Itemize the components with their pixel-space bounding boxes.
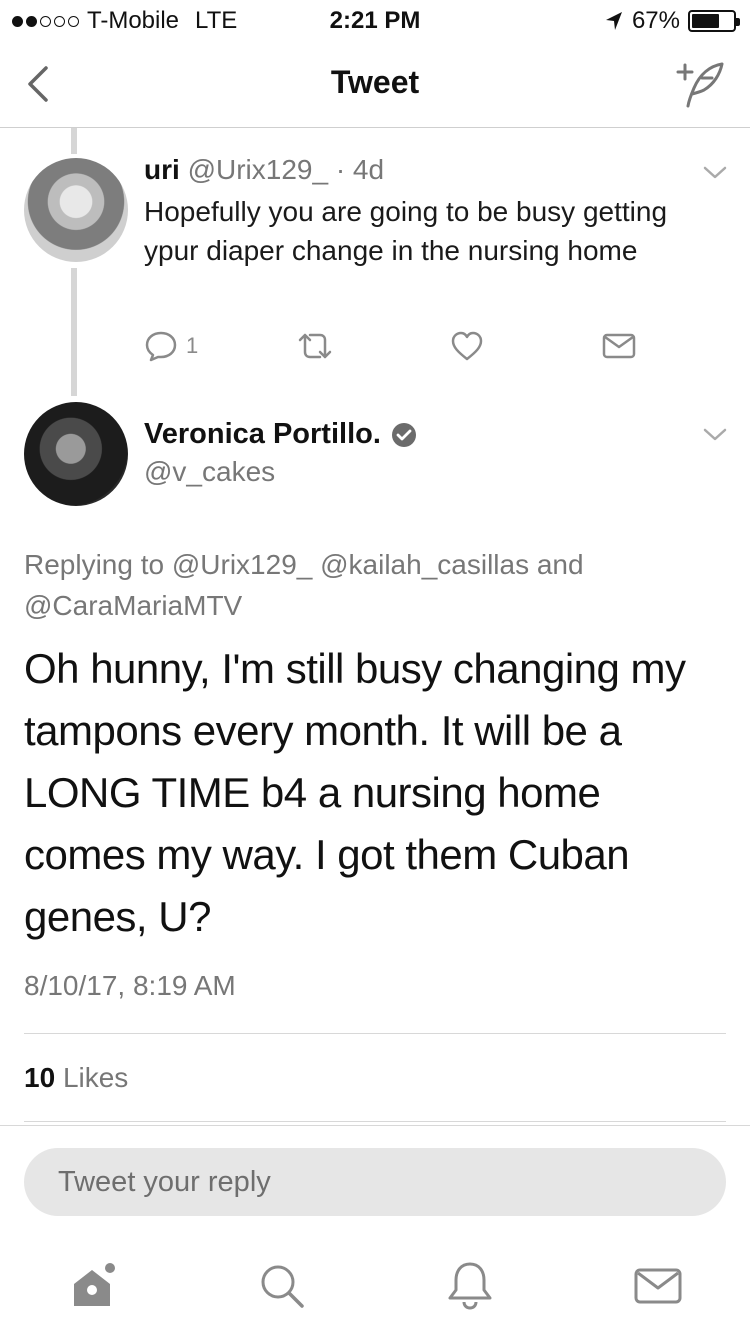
likes-label: Likes — [62, 1062, 129, 1093]
notifications-icon[interactable] — [442, 1258, 498, 1314]
main-tweet-author[interactable]: Veronica Portillo. — [144, 418, 417, 451]
chevron-down-icon[interactable] — [702, 426, 728, 444]
avatar-veronica[interactable] — [24, 402, 128, 506]
thread-line — [71, 128, 77, 154]
search-icon[interactable] — [254, 1258, 310, 1314]
like-button[interactable] — [450, 326, 484, 366]
parent-tweet-actions: 1 — [144, 326, 664, 366]
battery-tip — [736, 18, 740, 26]
reply-count: 1 — [186, 333, 199, 358]
verified-badge-icon — [391, 422, 416, 447]
direct-message-icon — [602, 333, 636, 359]
status-right: 67% — [604, 7, 740, 35]
likes-summary[interactable]: 10 Likes — [24, 1062, 128, 1094]
avatar-uri[interactable] — [24, 158, 128, 262]
battery-fill — [692, 14, 719, 28]
reply-input[interactable] — [24, 1148, 726, 1216]
like-icon — [451, 331, 483, 361]
page-title: Tweet — [330, 64, 420, 100]
chevron-down-icon[interactable] — [702, 164, 728, 182]
parent-tweet-age: · 4d — [335, 154, 385, 185]
divider — [0, 1125, 750, 1126]
battery-icon — [688, 10, 740, 32]
battery-percent: 67% — [631, 7, 680, 34]
thread-line — [71, 268, 77, 396]
divider — [24, 1033, 726, 1034]
location-arrow-icon — [605, 12, 622, 30]
retweet-button[interactable] — [296, 326, 334, 366]
main-tweet-text: Oh hunny, I'm still busy changing my tam… — [24, 645, 686, 940]
tab-bar — [0, 1236, 750, 1334]
direct-message-button[interactable] — [602, 326, 636, 366]
parent-tweet-handle: @Urix129_ — [187, 154, 329, 185]
messages-icon[interactable] — [630, 1258, 686, 1314]
likes-count: 10 — [24, 1062, 56, 1093]
reply-button[interactable]: 1 — [144, 326, 198, 366]
reply-icon — [145, 331, 177, 362]
navigation-bar: Tweet — [0, 40, 750, 128]
home-icon[interactable] — [66, 1258, 122, 1314]
main-tweet-author-name: Veronica Portillo. — [144, 418, 381, 450]
replying-to-label[interactable]: Replying to @Urix129_ @kailah_casillas a… — [24, 544, 724, 626]
retweet-icon — [298, 333, 332, 359]
main-tweet-handle: @v_cakes — [144, 456, 276, 487]
tweet-timestamp: 8/10/17, 8:19 AM — [24, 970, 236, 1001]
parent-tweet-author-name[interactable]: uri — [144, 154, 180, 185]
status-bar: T-Mobile LTE 2:21 PM 67% — [0, 0, 750, 40]
parent-tweet-header: uri @Urix129_ · 4d — [144, 154, 384, 186]
divider — [24, 1121, 726, 1122]
parent-tweet-text: Hopefully you are going to be busy getti… — [144, 196, 668, 266]
compose-tweet-icon[interactable] — [672, 58, 728, 110]
